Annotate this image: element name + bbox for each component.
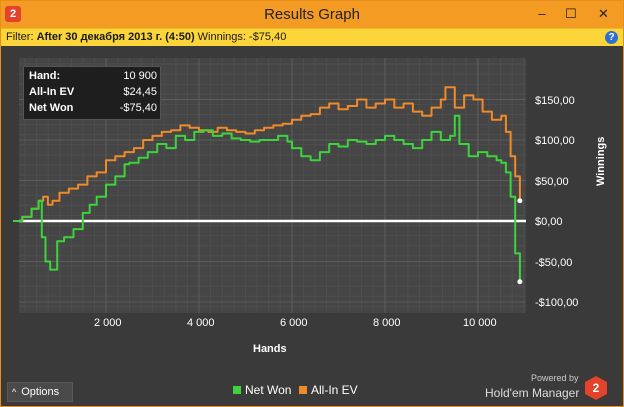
stat-allin-ev: All-In EV $24,45: [29, 86, 157, 101]
winnings-label: Winnings:: [197, 31, 246, 43]
y-tick-label: $100,00: [535, 135, 575, 147]
help-icon[interactable]: ?: [605, 31, 618, 44]
filter-value: After 30 декабря 2013 г. (4:50): [36, 31, 195, 43]
y-tick-label: -$100,00: [535, 297, 579, 309]
x-tick-label: 6 000: [280, 317, 308, 329]
stat-netwon-value: -$75,40: [119, 102, 157, 114]
legend-allin-ev[interactable]: All-In EV: [299, 383, 358, 397]
legend-label: Net Won: [245, 383, 292, 397]
x-tick-label: 10 000: [463, 317, 497, 329]
stat-hand-value: 10 900: [123, 70, 157, 82]
end-point-net-won: [517, 279, 523, 285]
filter-bar: Filter: After 30 декабря 2013 г. (4:50) …: [1, 28, 623, 46]
stat-hand-label: Hand:: [29, 70, 61, 82]
series-line-net-won: [13, 114, 521, 282]
x-tick-label: 2 000: [94, 317, 122, 329]
x-tick-label: 8 000: [373, 317, 401, 329]
y-tick-label: $150,00: [535, 95, 575, 107]
options-button[interactable]: ^ Options: [7, 382, 73, 402]
graph-area: Hand: 10 900 All-In EV $24,45 Net Won -$…: [1, 46, 623, 406]
stat-allin-value: $24,45: [123, 86, 157, 98]
x-tick-label: 4 000: [187, 317, 215, 329]
legend-label: All-In EV: [311, 383, 358, 397]
legend-swatch-allin-ev: [299, 386, 307, 394]
maximize-button[interactable]: ☐: [558, 3, 584, 25]
stat-net-won: Net Won -$75,40: [29, 102, 157, 117]
end-point-allin-ev: [517, 198, 523, 204]
powered-by-text: Powered by: [531, 373, 579, 383]
stat-allin-label: All-In EV: [29, 86, 75, 98]
legend-net-won[interactable]: Net Won: [233, 383, 291, 397]
close-button[interactable]: ✕: [584, 3, 623, 25]
y-tick-label: $0,00: [535, 216, 563, 228]
y-axis-label: Winnings: [595, 136, 607, 186]
chevron-up-icon: ^: [12, 387, 17, 397]
stats-overlay: Hand: 10 900 All-In EV $24,45 Net Won -$…: [23, 66, 161, 120]
filter-label: Filter:: [6, 31, 34, 43]
filter-summary[interactable]: Filter: After 30 декабря 2013 г. (4:50) …: [6, 31, 286, 43]
y-tick-label: -$50,00: [535, 257, 573, 269]
y-tick-label: $50,00: [535, 176, 569, 188]
legend-swatch-net-won: [233, 386, 241, 394]
results-graph-window: 2 Results Graph – ☐ ✕ Filter: After 30 д…: [0, 0, 624, 407]
minimize-button[interactable]: –: [528, 3, 556, 25]
title-bar[interactable]: 2 Results Graph – ☐ ✕: [1, 1, 623, 28]
options-label: Options: [21, 386, 60, 398]
winnings-value: -$75,40: [249, 31, 287, 43]
brand-name: Hold'em Manager: [485, 386, 580, 400]
x-axis-label: Hands: [253, 343, 287, 355]
stat-netwon-label: Net Won: [29, 102, 74, 114]
stat-hand: Hand: 10 900: [29, 70, 157, 85]
